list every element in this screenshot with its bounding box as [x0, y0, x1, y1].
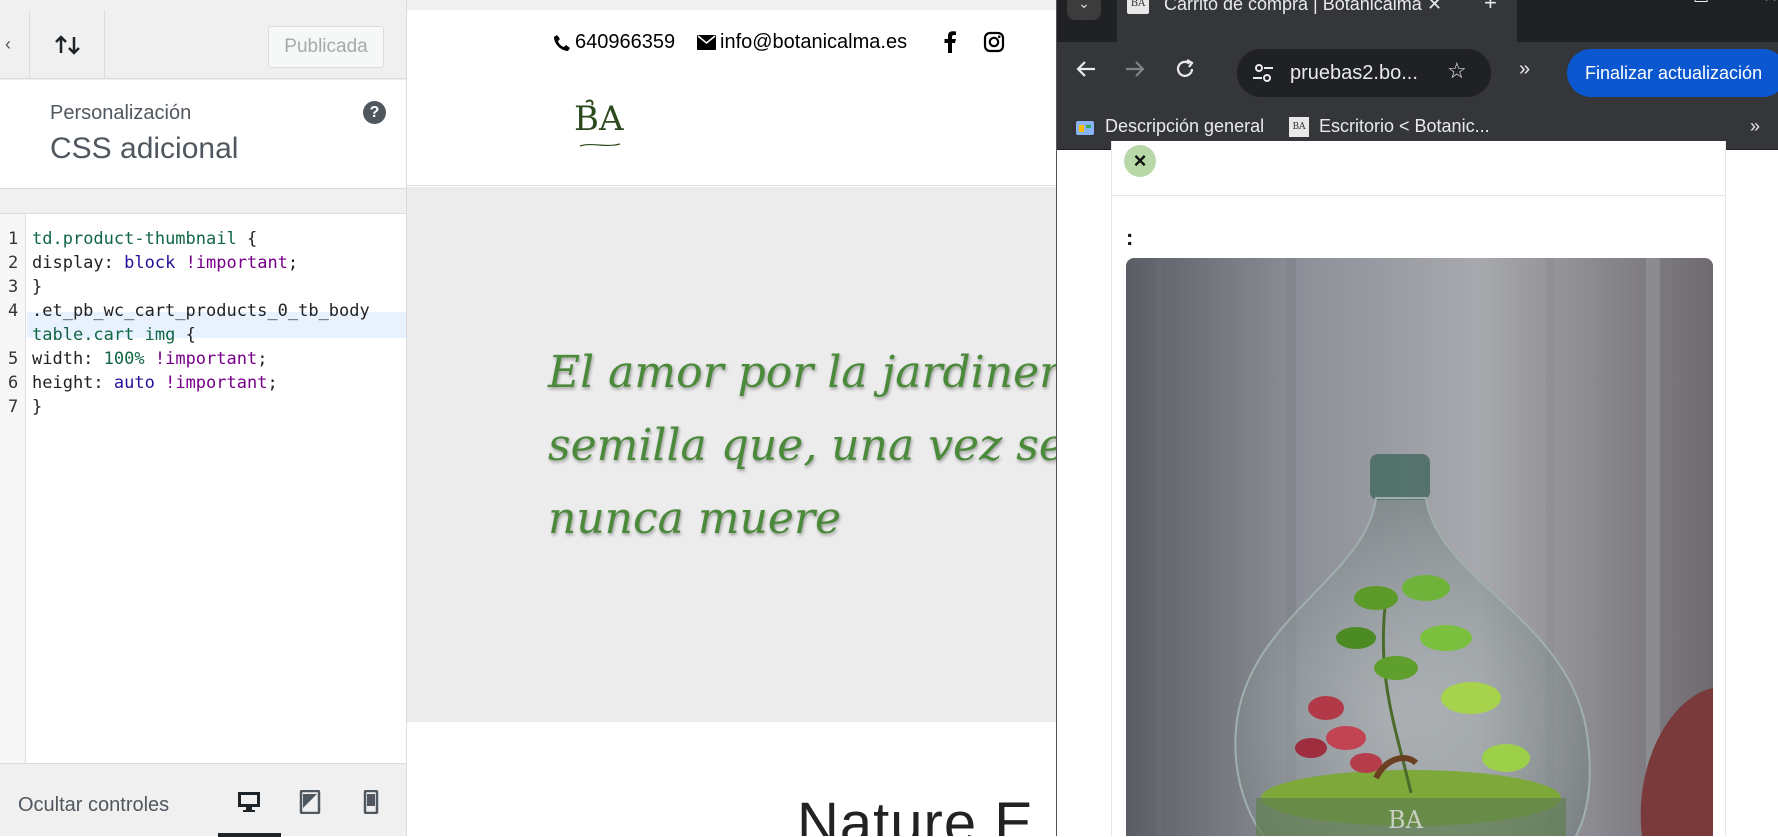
phone-icon	[554, 34, 570, 51]
tablet-icon	[299, 790, 321, 814]
code-line[interactable]: width: 100% !important;	[32, 349, 267, 369]
line-number: 4	[8, 301, 19, 321]
customizer-topbar: ‹ Publicada	[0, 10, 406, 79]
css-code-editor[interactable]: 1 2 3 4 5 6 7 td.product-thumbnail { dis…	[0, 213, 406, 764]
tab-strip: ⌄ BA Carrito de compra | Botanicalma ✕ +…	[1057, 0, 1778, 42]
new-tab-button[interactable]: +	[1484, 0, 1497, 16]
minimize-icon[interactable]: —	[1621, 0, 1639, 7]
code-line[interactable]: td.product-thumbnail {	[32, 229, 257, 249]
logo-text: BA	[574, 99, 624, 139]
instagram-link[interactable]	[983, 31, 1005, 53]
active-device-indicator	[218, 833, 281, 837]
email-address: info@botanicalma.es	[720, 31, 908, 53]
code-line[interactable]: .et_pb_wc_cart_products_0_tb_body	[32, 301, 370, 321]
svg-text:BA: BA	[1388, 806, 1424, 834]
page-title: CSS adicional	[50, 132, 239, 165]
site-header: BA	[407, 68, 1056, 186]
dashboard-icon	[1075, 117, 1095, 137]
close-customizer-button[interactable]: ‹	[0, 10, 30, 79]
browser-toolbar: pruebas2.bo... ☆ » Finalizar actualizaci…	[1057, 42, 1778, 104]
tablet-preview-button[interactable]	[292, 784, 328, 820]
facebook-link[interactable]	[943, 31, 957, 53]
remove-item-button[interactable]: ×	[1124, 145, 1156, 177]
divider	[1112, 195, 1726, 196]
more-bookmarks-chevron-icon[interactable]: »	[1750, 116, 1760, 137]
hero-quote-line: nunca muere	[548, 493, 842, 544]
site-preview: 640966359 info@botanicalma.es BA El amor…	[407, 10, 1056, 836]
phone-link[interactable]: 640966359	[553, 31, 675, 54]
code-line[interactable]: display: block !important;	[32, 253, 298, 273]
code-line[interactable]: }	[32, 277, 42, 297]
customizer-footer: Ocultar controles	[0, 763, 406, 837]
chevron-down-icon: ⌄	[1078, 0, 1090, 11]
url-text: pruebas2.bo...	[1290, 62, 1418, 84]
preview-top-border	[407, 0, 1056, 10]
code-line[interactable]: }	[32, 397, 42, 417]
line-number: 2	[8, 253, 19, 273]
help-icon[interactable]: ?	[363, 101, 386, 124]
bookmark-item[interactable]: Descripción general	[1075, 116, 1264, 137]
line-number: 5	[8, 349, 19, 369]
address-bar[interactable]: pruebas2.bo... ☆	[1237, 49, 1491, 97]
bookmark-item[interactable]: BA Escritorio < Botanic...	[1289, 116, 1490, 137]
close-window-icon[interactable]: ✕	[1763, 0, 1778, 7]
instagram-icon	[983, 31, 1005, 53]
line-number: 6	[8, 373, 19, 393]
contact-bar: 640966359 info@botanicalma.es	[407, 20, 1056, 68]
botanicalma-logo: BA	[574, 99, 624, 147]
line-number: 7	[8, 397, 19, 417]
product-image[interactable]: BA	[1126, 258, 1713, 836]
tab-favicon-icon: BA	[1127, 0, 1149, 14]
desktop-preview-button[interactable]	[231, 784, 267, 820]
mail-icon	[697, 35, 716, 50]
cart-page: × : BA	[1057, 141, 1778, 836]
breadcrumb: Personalización	[50, 102, 192, 124]
hide-controls-button[interactable]: Ocultar controles	[18, 794, 169, 817]
back-button[interactable]	[1075, 58, 1097, 86]
email-link[interactable]: info@botanicalma.es	[697, 31, 907, 54]
bookmark-star-icon[interactable]: ☆	[1447, 58, 1467, 84]
publish-button[interactable]: Publicada	[268, 26, 384, 68]
reload-icon	[1176, 59, 1194, 77]
cart-item-card: × : BA	[1111, 141, 1726, 836]
site-settings-icon[interactable]	[1251, 61, 1275, 85]
code-line[interactable]: table.cart img {	[32, 325, 196, 345]
section-title: Nature E	[797, 791, 1034, 836]
mobile-icon	[363, 790, 379, 814]
bookmark-label: Escritorio < Botanic...	[1319, 116, 1490, 136]
panel-header: Personalización CSS adicional ?	[0, 80, 406, 189]
finish-update-button[interactable]: Finalizar actualización	[1567, 49, 1778, 97]
forward-arrow-icon	[1126, 61, 1145, 77]
reorder-button[interactable]	[31, 10, 105, 79]
more-tools-chevron-icon[interactable]: »	[1519, 58, 1530, 81]
back-arrow-icon	[1076, 61, 1095, 77]
tab-search-button[interactable]: ⌄	[1067, 0, 1101, 20]
line-number: 1	[8, 229, 19, 249]
maximize-icon[interactable]: ☐	[1693, 0, 1709, 7]
browser-window: ⌄ BA Carrito de compra | Botanicalma ✕ +…	[1056, 0, 1778, 836]
bookmark-label: Descripción general	[1105, 116, 1265, 136]
customizer-panel: ‹ Publicada Personalización CSS adiciona…	[0, 0, 407, 837]
hero-quote-line: semilla que, una vez sembra	[548, 420, 1056, 471]
code-line[interactable]: height: auto !important;	[32, 373, 278, 393]
close-tab-icon[interactable]: ✕	[1427, 0, 1442, 15]
site-logo[interactable]: BA	[572, 98, 632, 152]
hero-quote-line: El amor por la jardinería es	[548, 347, 1056, 398]
mobile-preview-button[interactable]	[353, 784, 389, 820]
facebook-icon	[944, 31, 956, 53]
forward-button[interactable]	[1124, 58, 1146, 86]
reload-button[interactable]	[1174, 58, 1196, 86]
line-number: 3	[8, 277, 19, 297]
tab-title: Carrito de compra | Botanicalma	[1164, 0, 1422, 14]
site-favicon-icon: BA	[1289, 116, 1309, 137]
sort-arrows-icon	[54, 34, 80, 55]
phone-number: 640966359	[575, 31, 676, 53]
terrarium-photo: BA	[1126, 258, 1713, 836]
hero-section: El amor por la jardinería es semilla que…	[407, 187, 1056, 722]
field-label: :	[1126, 225, 1134, 250]
desktop-icon	[238, 792, 260, 812]
